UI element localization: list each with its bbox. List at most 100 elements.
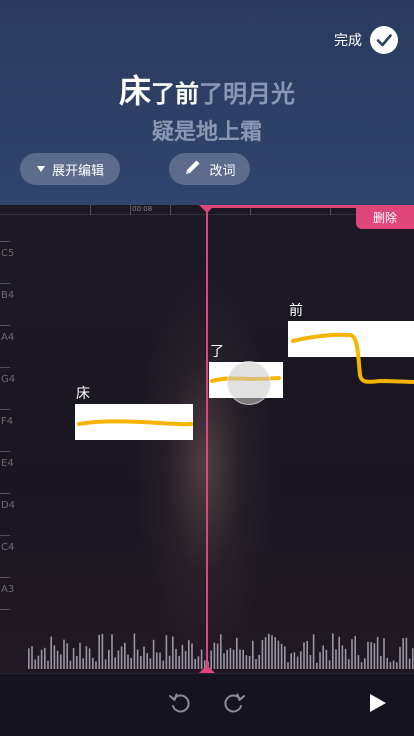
waveform-bar <box>335 649 337 669</box>
waveform-bar <box>66 643 68 669</box>
lyric-word[interactable]: 床 <box>119 66 151 112</box>
done-label: 完成 <box>334 33 362 49</box>
waveform-bar <box>79 642 81 669</box>
waveform-bar <box>181 644 184 669</box>
waveform-bar <box>229 648 232 669</box>
waveform-bar <box>268 633 270 669</box>
playhead-top-marker <box>199 205 215 213</box>
waveform-bar <box>72 648 75 669</box>
lyric-word[interactable]: 了 <box>199 74 223 109</box>
waveform-bar <box>184 650 187 669</box>
waveform-bar <box>76 655 78 669</box>
pitch-editor[interactable]: 00:08 C5 B4 A4 G4 F4 E4 D4 C4 A3 床 了 前 删… <box>0 205 414 673</box>
waveform-bar <box>277 640 280 669</box>
waveform-bar <box>98 634 100 669</box>
waveform-bar <box>82 658 84 669</box>
waveform-bar <box>226 649 228 669</box>
redo-icon <box>222 691 246 719</box>
waveform-bar <box>162 660 164 669</box>
redo-button[interactable] <box>221 692 247 718</box>
waveform-bar <box>386 657 388 669</box>
waveform-bar <box>364 658 366 669</box>
waveform-bar <box>136 649 139 669</box>
waveform-bar <box>60 654 62 669</box>
done-button[interactable]: 完成 <box>334 26 398 54</box>
check-circle-icon <box>370 26 398 54</box>
triangle-down-icon <box>36 162 46 177</box>
lyric-word[interactable]: 明 <box>223 74 247 109</box>
waveform-bar <box>92 657 94 669</box>
waveform-bar <box>303 642 305 669</box>
waveform-bar <box>274 637 276 669</box>
waveform-bar <box>56 650 59 669</box>
edit-lyrics-button[interactable]: 改词 <box>169 153 250 185</box>
waveform-bar <box>149 658 152 669</box>
waveform-bar <box>380 656 382 669</box>
waveform-bar <box>220 634 222 669</box>
waveform-bar <box>312 634 315 669</box>
waveform-bar <box>357 655 360 669</box>
playback-controls <box>0 673 414 736</box>
waveform-bar <box>63 639 65 669</box>
waveform-bar <box>146 653 148 669</box>
waveform-bar <box>175 648 177 669</box>
waveform-bar <box>293 652 296 669</box>
waveform-bar <box>120 646 123 669</box>
waveform-bar <box>280 643 283 669</box>
waveform-bar <box>188 640 190 669</box>
waveform-bar <box>85 646 88 669</box>
undo-button[interactable] <box>167 692 193 718</box>
edit-lyrics-label: 改词 <box>209 163 236 179</box>
waveform-bar <box>44 647 46 669</box>
waveform-bar <box>101 633 104 669</box>
waveform-bar <box>402 638 404 669</box>
waveform-bar <box>69 660 72 669</box>
playhead-drag-handle[interactable] <box>227 361 271 405</box>
waveform-bar <box>124 642 126 669</box>
waveform-bar <box>239 649 241 669</box>
delete-button[interactable]: 删除 <box>356 205 414 229</box>
waveform-bar <box>130 657 132 669</box>
waveform-bar <box>258 654 260 669</box>
waveform-bar <box>156 652 158 669</box>
waveform-bar <box>236 637 238 669</box>
waveform-bar <box>53 645 56 669</box>
lyric-word[interactable]: 了 <box>151 74 175 109</box>
waveform-bar <box>264 637 267 669</box>
waveform-bar <box>370 642 372 669</box>
waveform-bar <box>159 652 161 669</box>
undo-icon <box>168 691 192 719</box>
waveform-bar <box>216 643 219 669</box>
waveform-bar <box>232 649 235 669</box>
waveform-bar <box>34 659 36 669</box>
waveform-bar <box>306 640 308 669</box>
waveform-bar <box>111 634 113 669</box>
waveform-bar <box>152 639 155 669</box>
lyric-word[interactable]: 光 <box>271 74 295 109</box>
waveform-bar <box>50 636 52 669</box>
lyric-word[interactable]: 前 <box>175 74 199 109</box>
waveform-bar <box>133 633 136 669</box>
play-button[interactable] <box>364 692 390 718</box>
waveform-bar <box>248 655 251 669</box>
waveform-bar <box>168 655 171 669</box>
waveform-bar <box>194 658 196 669</box>
waveform-bar <box>373 643 376 669</box>
waveform-bar <box>114 657 116 669</box>
lyric-header: 完成 床了前了明月光 疑是地上霜 展开编辑 改词 <box>0 0 414 205</box>
waveform-bar <box>47 660 49 669</box>
waveform-bar <box>242 649 244 669</box>
lyric-word[interactable]: 月 <box>247 74 271 109</box>
waveform-bar <box>296 656 299 669</box>
waveform-bar <box>332 633 334 669</box>
waveform-bar <box>322 645 324 669</box>
playhead-line[interactable] <box>206 205 208 673</box>
waveform-bar <box>140 656 142 669</box>
waveform-bar <box>108 649 110 669</box>
waveform-bar <box>104 659 107 669</box>
waveform-bar <box>319 652 321 669</box>
waveform-bar <box>348 659 350 669</box>
waveform-bar <box>88 648 91 669</box>
waveform-bar <box>40 649 43 669</box>
expand-edit-button[interactable]: 展开编辑 <box>20 153 120 185</box>
